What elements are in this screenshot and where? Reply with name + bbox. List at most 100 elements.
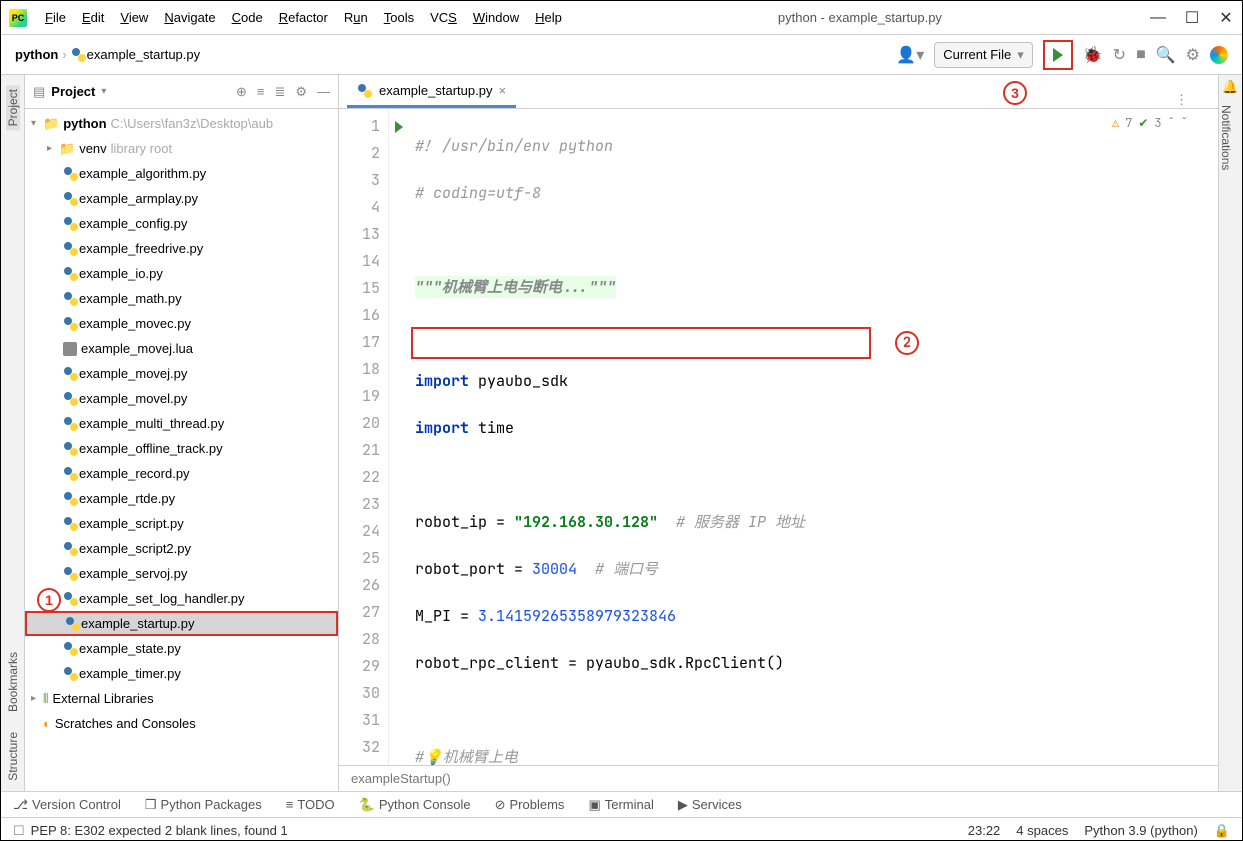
panel-hide-icon[interactable]: —	[317, 84, 330, 100]
project-tree[interactable]: ▾📁 python C:\Users\fan3z\Desktop\aub ▸📁 …	[25, 109, 338, 791]
menu-run[interactable]: Run	[336, 6, 376, 29]
breadcrumb[interactable]: python › example_startup.py	[15, 47, 200, 63]
tree-file[interactable]: example_timer.py	[25, 661, 338, 686]
tree-file[interactable]: example_script.py	[25, 511, 338, 536]
inspection-widget[interactable]: ⚠7 ✔3 ˆˇ	[1112, 115, 1188, 131]
python-file-icon	[63, 316, 79, 332]
tree-root[interactable]: ▾📁 python C:\Users\fan3z\Desktop\aub	[25, 111, 338, 136]
menu-edit[interactable]: Edit	[74, 6, 112, 29]
breadcrumb-file[interactable]: example_startup.py	[87, 47, 200, 62]
bookmarks-rail-tab[interactable]: Bookmarks	[6, 648, 20, 716]
menu-refactor[interactable]: Refactor	[271, 6, 336, 29]
debug-button[interactable]: 🐞	[1083, 45, 1103, 65]
menu-navigate[interactable]: Navigate	[156, 6, 223, 29]
code-with-me-icon[interactable]	[1210, 46, 1228, 64]
user-icon[interactable]: 👤▾	[896, 45, 924, 65]
tree-external-libraries[interactable]: ▸⫴ External Libraries	[25, 686, 338, 711]
version-control-tab[interactable]: ⎇ Version Control	[13, 797, 121, 813]
terminal-tab[interactable]: ▣ Terminal	[588, 797, 653, 813]
settings-icon[interactable]: ⚙	[1186, 45, 1200, 65]
python-console-tab[interactable]: 🐍 Python Console	[359, 797, 471, 813]
window-close-button[interactable]: ✕	[1218, 10, 1234, 26]
panel-settings-icon[interactable]: ⚙	[295, 84, 307, 100]
tree-file[interactable]: example_config.py	[25, 211, 338, 236]
services-tab[interactable]: ▶ Services	[678, 797, 742, 813]
tree-file[interactable]: example_script2.py	[25, 536, 338, 561]
line-number-gutter[interactable]: 1234131415161718192021222324252627282930…	[339, 109, 389, 765]
left-tool-rail: Project Bookmarks Structure	[1, 75, 25, 791]
python-file-icon	[63, 541, 79, 557]
indent-info[interactable]: 4 spaces	[1016, 823, 1068, 839]
window-minimize-button[interactable]: —	[1150, 10, 1166, 26]
tree-file[interactable]: example_freedrive.py	[25, 236, 338, 261]
tree-file[interactable]: example_movel.py	[25, 386, 338, 411]
notifications-rail-tab[interactable]: Notifications	[1219, 101, 1233, 174]
python-packages-tab[interactable]: ❒ Python Packages	[145, 797, 262, 813]
tree-file[interactable]: example_offline_track.py	[25, 436, 338, 461]
tree-file[interactable]: example_record.py	[25, 461, 338, 486]
breadcrumb-root[interactable]: python	[15, 47, 58, 62]
run-gutter[interactable]	[389, 109, 409, 765]
code-area[interactable]: #! /usr/bin/env python # coding=utf-8 ""…	[409, 109, 1218, 765]
tree-file[interactable]: example_io.py	[25, 261, 338, 286]
tree-file[interactable]: example_movej.py	[25, 361, 338, 386]
tree-file[interactable]: example_movej.lua	[25, 336, 338, 361]
tree-file[interactable]: example_startup.py	[25, 611, 338, 636]
search-icon[interactable]: 🔍	[1156, 45, 1176, 65]
problems-tab[interactable]: ⊘ Problems	[495, 797, 565, 813]
tab-more-icon[interactable]: ⋮	[1175, 92, 1188, 108]
menu-vcs[interactable]: VCS	[422, 6, 465, 29]
tree-venv[interactable]: ▸📁 venv library root	[25, 136, 338, 161]
todo-tab[interactable]: ≡ TODO	[286, 797, 335, 812]
tree-file[interactable]: example_armplay.py	[25, 186, 338, 211]
stop-button[interactable]: ■	[1136, 46, 1146, 64]
tree-file[interactable]: example_state.py	[25, 636, 338, 661]
tree-scratches[interactable]: ◐ Scratches and Consoles	[25, 711, 338, 736]
tab-close-icon[interactable]: ×	[498, 83, 506, 98]
window-maximize-button[interactable]: ☐	[1184, 10, 1200, 26]
menu-file[interactable]: File	[37, 6, 74, 29]
collapse-all-icon[interactable]: ≣	[274, 84, 285, 100]
menu-tools[interactable]: Tools	[376, 6, 422, 29]
menu-window[interactable]: Window	[465, 6, 527, 29]
editor-body[interactable]: 1234131415161718192021222324252627282930…	[339, 109, 1218, 765]
annotation-2: 2	[895, 331, 919, 355]
tree-file[interactable]: example_set_log_handler.py	[25, 586, 338, 611]
run-button[interactable]	[1043, 40, 1073, 70]
select-opened-file-icon[interactable]: ⊕	[236, 84, 247, 100]
annotation-1: 1	[37, 588, 61, 612]
tree-file[interactable]: example_algorithm.py	[25, 161, 338, 186]
python-file-icon	[63, 266, 79, 282]
python-file-icon	[63, 216, 79, 232]
python-file-icon	[63, 391, 79, 407]
menu-help[interactable]: Help	[527, 6, 570, 29]
status-icon[interactable]: ☐	[13, 823, 25, 839]
editor-breadcrumb[interactable]: exampleStartup()	[339, 765, 1218, 791]
interpreter-info[interactable]: Python 3.9 (python)	[1084, 823, 1197, 839]
expand-all-icon[interactable]: ≡	[257, 84, 265, 100]
structure-rail-tab[interactable]: Structure	[6, 728, 20, 785]
tree-file[interactable]: example_rtde.py	[25, 486, 338, 511]
caret-position[interactable]: 23:22	[968, 823, 1001, 839]
python-file-icon	[63, 641, 79, 657]
run-config-selector[interactable]: Current File▾	[934, 42, 1032, 68]
lock-icon[interactable]: 🔒	[1214, 823, 1230, 839]
tree-file[interactable]: example_servoj.py	[25, 561, 338, 586]
tree-file[interactable]: example_math.py	[25, 286, 338, 311]
python-file-icon	[63, 166, 79, 182]
project-rail-tab[interactable]: Project	[6, 85, 20, 130]
tree-file[interactable]: example_movec.py	[25, 311, 338, 336]
tab-label: example_startup.py	[379, 83, 492, 98]
tree-file[interactable]: example_multi_thread.py	[25, 411, 338, 436]
python-file-icon	[357, 83, 373, 99]
status-message[interactable]: PEP 8: E302 expected 2 blank lines, foun…	[31, 823, 288, 838]
run-line-icon[interactable]	[395, 121, 403, 133]
project-panel-title[interactable]: Project	[51, 84, 95, 99]
menu-view[interactable]: View	[112, 6, 156, 29]
python-file-icon	[65, 616, 81, 632]
title-bar: PC File Edit View Navigate Code Refactor…	[1, 1, 1242, 35]
run-with-coverage-button[interactable]: ↻	[1113, 45, 1126, 65]
menu-code[interactable]: Code	[224, 6, 271, 29]
editor-tab-active[interactable]: example_startup.py ×	[347, 76, 516, 108]
python-file-icon	[63, 566, 79, 582]
